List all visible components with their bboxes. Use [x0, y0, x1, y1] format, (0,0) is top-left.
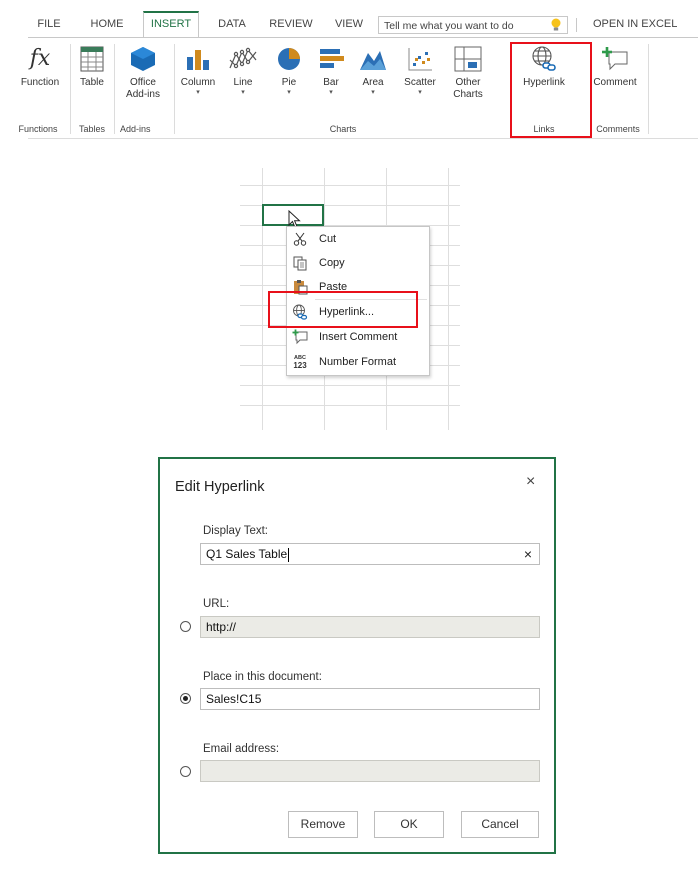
tell-me-search-input[interactable]: Tell me what you want to do [378, 16, 568, 34]
menu-item-insert-comment[interactable]: Insert Comment [287, 325, 429, 349]
bar-label: Bar [323, 77, 339, 88]
cancel-button[interactable]: Cancel [461, 811, 539, 838]
line-chart-icon [228, 44, 258, 74]
group-divider [648, 44, 649, 134]
toolbar-divider [576, 18, 577, 32]
scatter-label: Scatter [404, 77, 436, 88]
menu-item-label: Insert Comment [319, 331, 398, 343]
menu-item-copy[interactable]: Copy [287, 251, 429, 275]
office-addins-label-line1: Office [130, 77, 156, 88]
display-text-field[interactable]: Q1 Sales Table × [200, 543, 540, 565]
menu-item-cut[interactable]: Cut [287, 227, 429, 251]
bar-chart-icon [316, 44, 346, 74]
chevron-down-icon: ▾ [287, 89, 291, 96]
comment-icon [292, 329, 308, 345]
tab-insert[interactable]: INSERT [143, 11, 199, 38]
office-addins-label-line2: Add-ins [126, 89, 160, 100]
number-format-icon: ABC 123 [292, 354, 308, 370]
menu-item-label: Cut [319, 233, 337, 245]
scissors-icon [292, 231, 308, 247]
text-caret [288, 547, 290, 562]
scatter-chart-button[interactable]: Scatter ▾ [396, 44, 444, 97]
copy-icon [292, 255, 308, 271]
comment-label: Comment [593, 77, 637, 88]
pie-chart-button[interactable]: Pie ▾ [269, 44, 309, 97]
place-in-document-label: Place in this document: [203, 671, 322, 683]
group-charts-label: Charts [329, 124, 357, 134]
line-label: Line [233, 77, 253, 88]
tab-file[interactable]: FILE [28, 13, 70, 37]
table-label: Table [80, 77, 104, 88]
line-chart-button[interactable]: Line ▾ [223, 44, 263, 97]
email-radio[interactable] [180, 766, 191, 777]
office-addins-button[interactable]: Office Add-ins [114, 44, 172, 101]
menu-item-number-format[interactable]: ABC 123 Number Format [287, 350, 429, 374]
group-functions-label: Functions [18, 124, 58, 134]
function-glyph: fx [29, 46, 51, 71]
bar-chart-button[interactable]: Bar ▾ [311, 44, 351, 97]
lightbulb-icon [551, 18, 561, 31]
place-in-document-field[interactable]: Sales!C15 [200, 688, 540, 710]
column-chart-button[interactable]: Column ▾ [176, 44, 220, 97]
function-button[interactable]: fx Function [12, 44, 68, 89]
open-in-excel-button[interactable]: OPEN IN EXCEL [593, 13, 677, 35]
other-charts-label-line2: Charts [453, 89, 483, 100]
office-addins-icon [128, 44, 158, 74]
dialog-title: Edit Hyperlink [175, 479, 265, 495]
email-address-field[interactable] [200, 760, 540, 782]
hyperlink-menu-highlight-box [268, 291, 418, 328]
tab-view[interactable]: VIEW [329, 13, 369, 37]
chevron-down-icon: ▾ [241, 89, 245, 96]
pie-label: Pie [281, 77, 297, 88]
area-label: Area [362, 77, 384, 88]
place-in-document-radio[interactable] [180, 693, 191, 704]
area-chart-icon [358, 44, 388, 74]
chevron-down-icon: ▾ [329, 89, 333, 96]
email-address-label: Email address: [203, 743, 280, 755]
group-addins-label: Add-ins [120, 124, 151, 134]
group-divider [114, 44, 115, 134]
area-chart-button[interactable]: Area ▾ [351, 44, 395, 97]
comment-button[interactable]: Comment [588, 44, 642, 89]
remove-button[interactable]: Remove [288, 811, 358, 838]
column-chart-icon [183, 44, 213, 74]
number-format-icon-bottom: 123 [293, 361, 307, 370]
column-label: Column [180, 77, 216, 88]
function-icon: fx [25, 44, 55, 74]
url-label: URL: [203, 598, 230, 610]
tab-underline [28, 37, 698, 38]
tab-data[interactable]: DATA [210, 13, 254, 37]
chevron-down-icon: ▾ [196, 89, 200, 96]
chevron-down-icon: ▾ [418, 89, 422, 96]
ok-button[interactable]: OK [374, 811, 444, 838]
scatter-chart-icon [405, 44, 435, 74]
other-charts-button[interactable]: Other Charts [444, 44, 492, 101]
table-icon [77, 44, 107, 74]
function-label: Function [20, 77, 60, 88]
group-divider [70, 44, 71, 134]
chevron-down-icon: ▾ [371, 89, 375, 96]
group-comments-label: Comments [596, 124, 640, 134]
display-text-value: Q1 Sales Table [206, 547, 288, 561]
hyperlink-highlight-box [510, 42, 592, 138]
ribbon-bottom-border [28, 138, 698, 139]
other-charts-icon [453, 44, 483, 74]
group-tables-label: Tables [78, 124, 105, 134]
url-radio[interactable] [180, 621, 191, 632]
comment-icon [600, 44, 630, 74]
menu-item-label: Copy [319, 257, 345, 269]
url-field[interactable]: http:// [200, 616, 540, 638]
tab-review[interactable]: REVIEW [263, 13, 319, 37]
clear-text-icon[interactable]: × [524, 544, 532, 564]
ribbon: FILE HOME INSERT DATA REVIEW VIEW Tell m… [18, 0, 698, 145]
menu-item-label: Number Format [319, 356, 397, 368]
close-icon[interactable]: × [526, 473, 535, 491]
edit-hyperlink-dialog: Edit Hyperlink × Display Text: Q1 Sales … [158, 457, 556, 854]
pie-chart-icon [274, 44, 304, 74]
other-charts-label-line1: Other [455, 77, 481, 88]
tab-home[interactable]: HOME [83, 13, 131, 37]
display-text-label: Display Text: [203, 525, 268, 537]
table-button[interactable]: Table [72, 44, 112, 89]
group-divider [174, 44, 175, 134]
